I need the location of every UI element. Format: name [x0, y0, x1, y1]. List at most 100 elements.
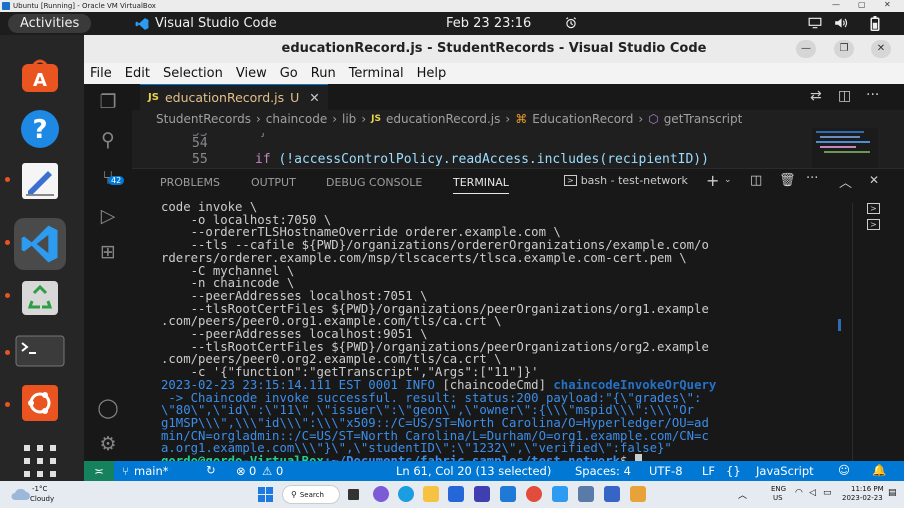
- breadcrumb-item[interactable]: chaincode: [266, 112, 327, 126]
- dock-show-apps[interactable]: [14, 435, 66, 487]
- kill-terminal-icon[interactable]: 🗑: [779, 173, 796, 188]
- vbox-close-button[interactable]: ✕: [884, 0, 891, 9]
- menu-go[interactable]: Go: [280, 66, 298, 81]
- run-debug-icon[interactable]: ▷: [94, 202, 122, 230]
- tab-terminal[interactable]: TERMINAL: [453, 176, 509, 194]
- account-icon[interactable]: ◯: [94, 394, 122, 422]
- maximize-panel-icon[interactable]: ︿: [839, 172, 852, 191]
- network-icon[interactable]: [808, 17, 822, 29]
- terminal-selector[interactable]: > bash - test-network: [564, 174, 688, 187]
- chevron-down-icon[interactable]: ⌄: [724, 175, 732, 185]
- tab-debug-console[interactable]: DEBUG CONSOLE: [326, 176, 422, 189]
- menu-run[interactable]: Run: [311, 66, 336, 81]
- chat-icon[interactable]: [373, 486, 389, 502]
- new-terminal-icon[interactable]: +: [706, 171, 719, 190]
- dock-ubuntu[interactable]: [14, 377, 66, 429]
- vscode-taskbar-icon[interactable]: [552, 486, 568, 502]
- error-count[interactable]: 0: [249, 464, 256, 478]
- menu-file[interactable]: File: [90, 66, 112, 81]
- notifications-bell-icon[interactable]: 🔔: [872, 463, 886, 477]
- dock-help[interactable]: ?: [14, 103, 66, 155]
- tab-close-icon[interactable]: ✕: [309, 90, 319, 105]
- terminal-scrollbar[interactable]: [838, 319, 841, 331]
- menu-selection[interactable]: Selection: [163, 66, 223, 81]
- dock-terminal[interactable]: [14, 325, 66, 377]
- terminal-tab-icon[interactable]: >: [867, 203, 880, 214]
- app-icon[interactable]: [604, 486, 620, 502]
- extensions-icon[interactable]: ⊞: [94, 238, 122, 266]
- weather-temp[interactable]: -1°C: [32, 485, 47, 493]
- notifications-icon[interactable]: ▤: [888, 488, 897, 498]
- volume-icon[interactable]: [834, 17, 848, 29]
- more-actions-icon[interactable]: ···: [866, 87, 879, 103]
- breadcrumb-item[interactable]: getTranscript: [664, 112, 743, 126]
- dock-software-center[interactable]: A: [14, 50, 66, 102]
- taskbar-date[interactable]: 2023-02-23: [842, 494, 883, 502]
- indentation[interactable]: Spaces: 4: [575, 464, 631, 478]
- language-indicator[interactable]: ENG: [771, 485, 786, 493]
- menu-help[interactable]: Help: [417, 66, 447, 81]
- clock[interactable]: Feb 23 23:16: [446, 12, 531, 35]
- sync-icon[interactable]: ↻: [206, 463, 216, 477]
- feedback-icon[interactable]: ☺: [838, 463, 850, 477]
- language-mode[interactable]: JavaScript: [756, 464, 814, 478]
- battery-icon[interactable]: [870, 16, 880, 31]
- breadcrumb-item[interactable]: educationRecord.js: [386, 112, 500, 126]
- app-icon[interactable]: [474, 486, 490, 502]
- breadcrumb-item[interactable]: EducationRecord: [532, 112, 633, 126]
- terminal-tab-icon[interactable]: >: [867, 219, 880, 230]
- dock-text-editor[interactable]: [14, 155, 66, 207]
- battery-icon[interactable]: ▭: [823, 488, 832, 498]
- activities-button[interactable]: Activities: [8, 14, 92, 33]
- store-icon[interactable]: [448, 486, 464, 502]
- settings-gear-icon[interactable]: ⚙: [94, 430, 122, 458]
- mail-icon[interactable]: [500, 486, 516, 502]
- search-icon[interactable]: ⚲: [94, 126, 122, 154]
- task-view-icon[interactable]: [348, 489, 359, 500]
- taskbar-search[interactable]: ⚲ Search: [282, 485, 340, 504]
- menu-edit[interactable]: Edit: [125, 66, 150, 81]
- split-editor-icon[interactable]: ◫: [838, 88, 851, 104]
- split-terminal-icon[interactable]: ◫: [750, 173, 762, 188]
- maximize-button[interactable]: ❐: [834, 40, 854, 58]
- tab-output[interactable]: OUTPUT: [251, 176, 296, 189]
- weather-desc[interactable]: Cloudy: [30, 495, 54, 503]
- warning-count[interactable]: 0: [276, 464, 283, 478]
- explorer-icon[interactable]: ❐: [94, 88, 122, 116]
- cursor-position[interactable]: Ln 61, Col 20 (13 selected): [396, 464, 551, 478]
- menu-terminal[interactable]: Terminal: [349, 66, 404, 81]
- language-region[interactable]: US: [773, 494, 783, 502]
- dock-vscode[interactable]: [14, 218, 66, 270]
- close-button[interactable]: ✕: [871, 40, 891, 58]
- wifi-icon[interactable]: ◠: [795, 488, 803, 498]
- remote-icon[interactable]: ≍: [84, 461, 114, 481]
- virtualbox-taskbar-icon[interactable]: [578, 486, 594, 502]
- vbox-maximize-button[interactable]: ▢: [858, 0, 866, 9]
- volume-icon[interactable]: ◁: [809, 488, 816, 498]
- more-actions-icon[interactable]: ···: [806, 171, 818, 186]
- tab-educationrecord[interactable]: JS educationRecord.js U ✕: [140, 84, 328, 110]
- git-branch[interactable]: main*: [134, 464, 168, 478]
- terminal-output[interactable]: code invoke \ -o localhost:7050 \ --orde…: [161, 201, 831, 463]
- chevron-up-icon[interactable]: ︿: [738, 488, 747, 501]
- minimize-button[interactable]: —: [796, 40, 816, 58]
- breadcrumb-item[interactable]: StudentRecords: [156, 112, 251, 126]
- breadcrumb-item[interactable]: lib: [342, 112, 356, 126]
- app-icon[interactable]: [630, 486, 646, 502]
- compare-changes-icon[interactable]: ⇄: [810, 88, 822, 104]
- encoding[interactable]: UTF-8: [649, 464, 683, 478]
- minimap[interactable]: [812, 128, 878, 168]
- menu-view[interactable]: View: [236, 66, 267, 81]
- app-menu[interactable]: Visual Studio Code: [135, 12, 277, 35]
- windows-start-icon[interactable]: [258, 487, 273, 502]
- taskbar-time[interactable]: 11:16 PM: [851, 485, 884, 493]
- vbox-minimize-button[interactable]: —: [832, 0, 840, 9]
- close-panel-icon[interactable]: ✕: [869, 173, 879, 187]
- tab-problems[interactable]: PROBLEMS: [160, 176, 220, 189]
- end-of-line[interactable]: LF: [702, 464, 715, 478]
- edge-icon[interactable]: [398, 486, 414, 502]
- code-editor[interactable]: 53 } 54 55 if (!accessControlPolicy.read…: [132, 133, 792, 167]
- file-explorer-icon[interactable]: [423, 486, 439, 502]
- dock-trash[interactable]: [14, 271, 66, 323]
- chrome-icon[interactable]: [526, 486, 542, 502]
